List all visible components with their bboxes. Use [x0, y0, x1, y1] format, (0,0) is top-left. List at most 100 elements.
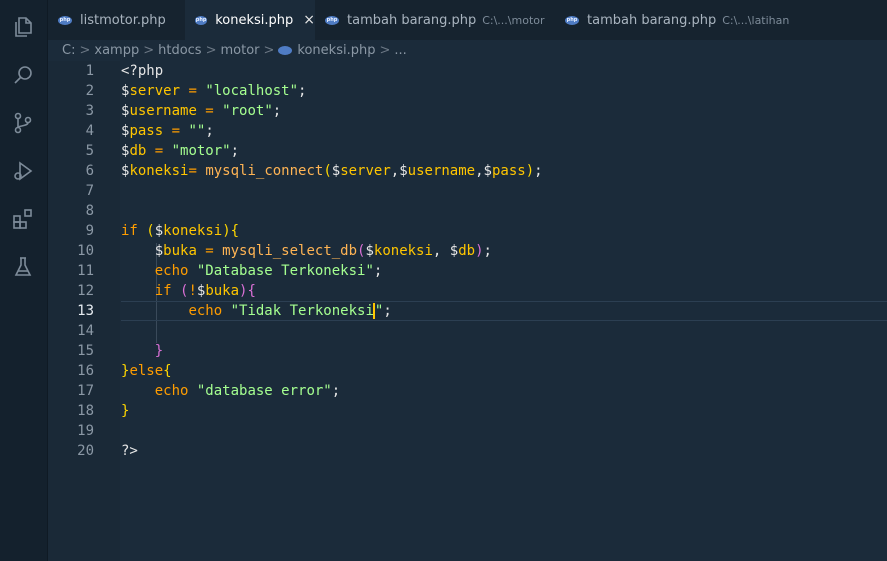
run-debug-icon[interactable] — [10, 158, 36, 184]
line-number: 19 — [77, 423, 94, 439]
code-token: echo — [154, 383, 197, 399]
code-token: ) — [525, 163, 535, 179]
tab-label: listmotor.php — [80, 12, 166, 28]
php-file-icon: php — [325, 15, 339, 25]
breadcrumb: C: > xampp > htdocs > motor > koneksi.ph… — [48, 40, 887, 60]
tab-tambah-barang-motor[interactable]: php tambah barang.php C:\...\motor — [315, 0, 555, 40]
line-number: 3 — [85, 103, 94, 119]
code-line[interactable]: ?> — [121, 441, 887, 461]
code-line[interactable]: echo "Tidak Terkoneksi"; — [121, 301, 887, 321]
code-token: ; — [298, 83, 307, 99]
code-line[interactable] — [121, 201, 887, 221]
code-token: buka — [205, 283, 240, 299]
code-line[interactable]: if (!$buka){ — [121, 281, 887, 301]
line-number-gutter: 1 2 3 4 5 6 7 8 9 10 11 12 13 14 15 16 17 18 19 20 — [48, 61, 120, 561]
code-token: = — [196, 243, 223, 259]
tab-label: tambah barang.php — [587, 12, 717, 28]
breadcrumb-separator: > — [79, 42, 91, 58]
code-line[interactable]: $username = "root"; — [121, 101, 887, 121]
code-token: $ — [399, 163, 408, 179]
code-token: "motor" — [171, 143, 231, 159]
code-token: ( — [323, 163, 332, 179]
breadcrumb-item[interactable]: xampp — [94, 43, 139, 58]
line-number: 9 — [85, 223, 94, 239]
code-token: mysqli_connect — [205, 163, 324, 179]
code-line[interactable] — [121, 421, 887, 441]
line-number: 2 — [85, 83, 94, 99]
code-line[interactable]: if ($koneksi){ — [121, 221, 887, 241]
code-token: db — [129, 143, 147, 159]
code-token: ; — [373, 263, 383, 279]
code-line[interactable]: } — [121, 341, 887, 361]
line-number: 12 — [77, 283, 94, 299]
code-token: if — [121, 223, 147, 239]
code-line[interactable]: $buka = mysqli_select_db($koneksi, $db); — [121, 241, 887, 261]
code-line[interactable]: echo "database error"; — [121, 381, 887, 401]
code-token: ; — [230, 143, 240, 159]
code-token: $ — [483, 163, 492, 179]
breadcrumb-item[interactable]: ... — [394, 43, 406, 58]
line-number: 7 — [85, 183, 94, 199]
code-token: $ — [449, 243, 459, 259]
php-file-icon — [278, 45, 293, 55]
code-token: { — [163, 363, 172, 379]
code-line[interactable]: } — [121, 401, 887, 421]
code-token: "Database Terkoneksi" — [196, 263, 374, 279]
code-token: server — [340, 163, 391, 179]
extensions-icon[interactable] — [10, 206, 36, 232]
code-token: } — [154, 343, 164, 359]
code-token: pass — [491, 163, 526, 179]
code-token: ; — [205, 123, 214, 139]
source-control-icon[interactable] — [10, 110, 36, 136]
tab-listmotor[interactable]: php listmotor.php — [48, 0, 185, 40]
code-token: else — [129, 363, 164, 379]
php-file-icon: php — [565, 15, 579, 25]
tab-label: koneksi.php — [215, 12, 294, 28]
code-line[interactable]: echo "Database Terkoneksi"; — [121, 261, 887, 281]
code-line[interactable]: $server = "localhost"; — [121, 81, 887, 101]
code-token: "Tidak Terkoneksi — [230, 303, 374, 319]
line-number: 4 — [85, 123, 94, 139]
php-file-icon: php — [58, 15, 72, 25]
code-token: = — [188, 163, 206, 179]
code-line[interactable]: $koneksi= mysqli_connect($server,$userna… — [121, 161, 887, 181]
code-token: buka — [163, 243, 197, 259]
code-token: , — [475, 163, 484, 179]
line-number: 8 — [85, 203, 94, 219]
code-line[interactable]: $db = "motor"; — [121, 141, 887, 161]
code-token: , — [432, 243, 450, 259]
code-line[interactable]: $pass = ""; — [121, 121, 887, 141]
line-number: 6 — [85, 163, 94, 179]
tab-koneksi[interactable]: php koneksi.php × — [185, 0, 315, 40]
code-token: } — [121, 403, 130, 419]
code-token: username — [129, 103, 197, 119]
breadcrumb-item[interactable]: koneksi.php — [297, 43, 375, 58]
code-line[interactable]: }else{ — [121, 361, 887, 381]
code-token: , — [390, 163, 400, 179]
breadcrumb-separator: > — [379, 42, 391, 58]
code-area[interactable]: <?php $server = "localhost"; $username = "… — [120, 61, 887, 561]
search-icon[interactable] — [10, 62, 36, 88]
breadcrumb-item[interactable]: motor — [220, 43, 259, 58]
code-token: if — [154, 283, 181, 299]
testing-icon[interactable] — [10, 254, 36, 280]
code-token: koneksi — [373, 243, 433, 259]
code-editor[interactable]: 1 2 3 4 5 6 7 8 9 10 11 12 13 14 15 16 17 18 19 20 <?php $se… — [48, 61, 887, 561]
breadcrumb-separator: > — [205, 42, 217, 58]
line-number: 14 — [77, 323, 94, 339]
close-icon[interactable]: × — [303, 12, 315, 28]
line-number: 16 — [77, 363, 94, 379]
breadcrumb-item[interactable]: C: — [62, 43, 75, 58]
breadcrumb-item[interactable]: htdocs — [158, 43, 201, 58]
tab-tambah-barang-latihan[interactable]: php tambah barang.php C:\...\latihan — [555, 0, 795, 40]
code-line[interactable]: <?php — [121, 61, 887, 81]
code-token: <?php — [121, 63, 164, 79]
code-line[interactable] — [121, 321, 887, 341]
code-line[interactable] — [121, 181, 887, 201]
code-token: db — [458, 243, 476, 259]
code-token: "" — [188, 123, 206, 139]
explorer-icon[interactable] — [10, 14, 36, 40]
